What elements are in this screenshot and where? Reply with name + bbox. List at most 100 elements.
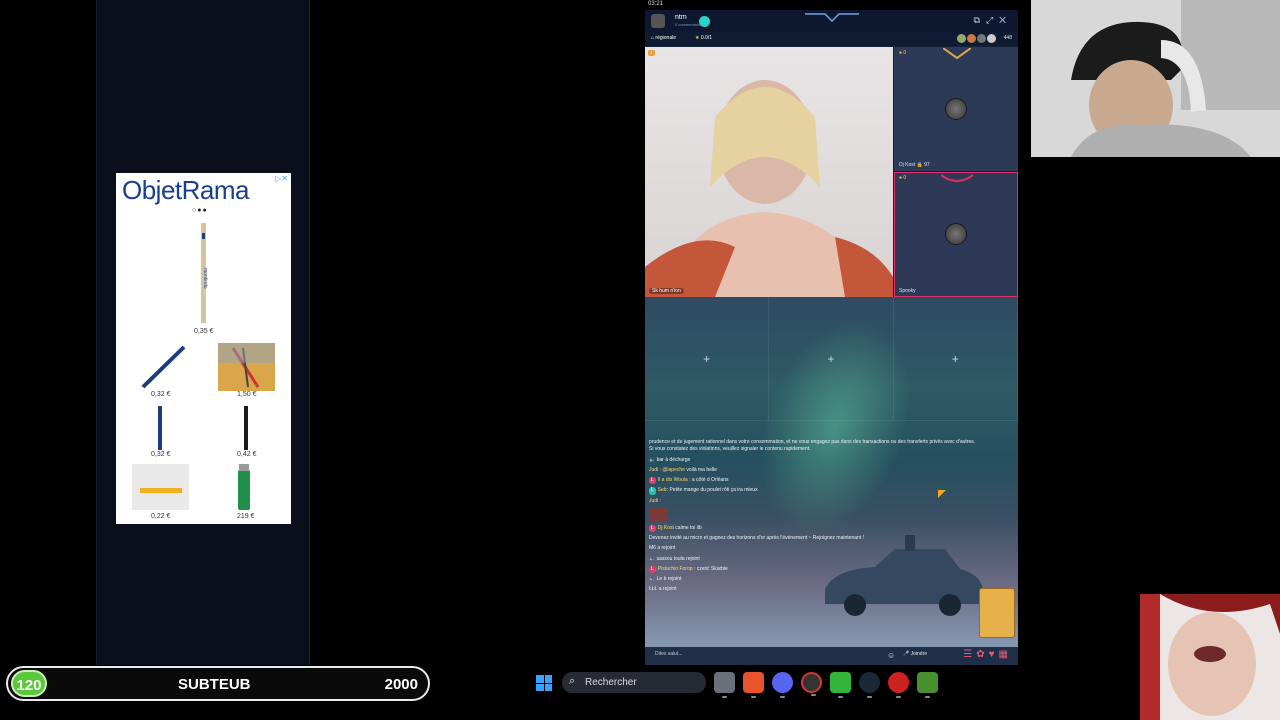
- file-explorer-icon[interactable]: [714, 672, 735, 698]
- desktop: 03:21 ObjetRama ▷✕ ○●● montindo 0,35 € 0…: [0, 0, 1280, 720]
- price-label: 0,35 €: [194, 328, 214, 335]
- guest-name: Dj Kost 🔒 97: [899, 162, 930, 168]
- price-label: 1,50 €: [237, 391, 257, 398]
- stream-subtitle: 0 commentaire: [675, 22, 702, 27]
- chat-join-notice: 🔈 sassou louta rejoint: [649, 555, 700, 562]
- chat-join-notice: ŁŁŁ a rejoint: [649, 586, 677, 593]
- taskbar-search[interactable]: ⌕ Rechercher: [562, 672, 706, 693]
- app-green-icon[interactable]: [830, 672, 851, 698]
- pen-box-product-image: [132, 464, 189, 510]
- guest-avatar: [945, 223, 967, 245]
- window-controls[interactable]: ⧉⤢✕: [974, 15, 1012, 26]
- search-icon: ⌕: [569, 675, 576, 687]
- chat-message: L Il a dis Woula : a côté d Orléans: [649, 477, 729, 485]
- svg-text:montindo: montindo: [202, 268, 208, 289]
- join-button[interactable]: 🎤 Joindre: [903, 651, 927, 657]
- main-video-feed[interactable]: ♪ Sk hum n'ion: [645, 47, 893, 297]
- stream-title: ntm: [675, 14, 687, 21]
- chat-input[interactable]: Dites salut...: [655, 651, 683, 657]
- chat-message: Judi :: [649, 497, 661, 504]
- level-badge: L: [649, 565, 656, 573]
- heart-frame-icon: [941, 174, 973, 182]
- level-badge: L: [649, 477, 656, 485]
- discord-icon[interactable]: [772, 672, 793, 698]
- pen-product-image: [141, 345, 186, 389]
- ad-close-icon[interactable]: ▷✕: [275, 174, 288, 183]
- guest-tile[interactable]: ● 0 Dj Kost 🔒 97: [894, 47, 1018, 171]
- webcam-image: [1031, 0, 1280, 157]
- search-placeholder: Rechercher: [585, 677, 637, 688]
- empty-seat[interactable]: +: [893, 297, 1018, 421]
- follow-button[interactable]: [699, 16, 710, 27]
- chat-sticker: [649, 507, 979, 522]
- stream-title-bar: ntm 0 commentaire ⧉⤢✕: [645, 10, 1018, 32]
- chat-message: L Pistachio Forop : cześć Skarbie: [649, 565, 728, 573]
- gift-icons[interactable]: ☰✿♥▦: [963, 649, 1012, 660]
- price-label: 0,42 €: [237, 451, 257, 458]
- add-seat-icon: +: [827, 351, 835, 366]
- main-feed-badge: ♪: [648, 50, 655, 56]
- guest-seat-badge: ● 0: [899, 175, 907, 181]
- level-badge: L: [649, 487, 656, 495]
- guest-avatar: [945, 98, 967, 120]
- rating: ★ 0.0/1: [695, 35, 712, 41]
- host-avatar[interactable]: [651, 14, 665, 28]
- lighter-product-image: [238, 464, 250, 510]
- viewer-avatar: [957, 34, 966, 43]
- app-active-icon[interactable]: [917, 672, 938, 698]
- chat-message: L Dj Kost calme toi ilb: [649, 524, 702, 532]
- viewer-count: 448: [1003, 35, 1012, 41]
- add-seat-icon: +: [951, 351, 959, 366]
- pen-product-image: montindo: [201, 223, 208, 323]
- chat-background: + + + prudence et de jugement rationnel …: [645, 297, 1018, 665]
- price-label: 0,32 €: [151, 451, 171, 458]
- crown-icon: [943, 48, 971, 60]
- pen-product-image: [158, 406, 162, 450]
- empty-seats: + + +: [645, 297, 1018, 421]
- crown-ornament-icon: [805, 13, 859, 22]
- emoji-icon[interactable]: ☺: [887, 651, 895, 660]
- pen-product-image: [244, 406, 248, 450]
- price-label: 0,22 €: [151, 513, 171, 520]
- empty-seat[interactable]: +: [769, 297, 894, 421]
- pen-set-product-image: [218, 343, 275, 391]
- ad-banner[interactable]: ObjetRama ▷✕ ○●● montindo 0,35 € 0,32 € …: [116, 173, 291, 524]
- obs-icon[interactable]: [801, 672, 822, 696]
- ad-carousel-dots[interactable]: ○●●: [192, 207, 208, 214]
- room-info-bar: ⌂ régionale ★ 0.0/1 448: [645, 32, 1018, 46]
- webcam-overlay: [1031, 0, 1280, 157]
- empty-seat[interactable]: +: [645, 297, 770, 421]
- steam-icon[interactable]: [859, 672, 880, 698]
- guest-name: Spooky: [899, 288, 916, 294]
- chat-join-notice: 🔈 Le b rejoint: [649, 576, 682, 582]
- clock: 03:21: [648, 1, 664, 7]
- mouse-cursor: [938, 490, 946, 498]
- price-label: 0,32 €: [151, 391, 171, 398]
- start-windows-icon[interactable]: [536, 675, 552, 691]
- chat-message: Judi : @lapeche voilà ma belle: [649, 466, 717, 473]
- taskbar-apps: [714, 672, 938, 698]
- chat-feed: prudence et de jugement rationnel dans v…: [649, 439, 979, 597]
- viewer-avatars[interactable]: [957, 34, 996, 43]
- brave-browser-icon[interactable]: [743, 672, 764, 698]
- price-label: 219 €: [237, 513, 255, 520]
- main-feed-label: Sk hum n'ion: [649, 288, 684, 294]
- media-player-icon[interactable]: [888, 672, 909, 698]
- viewer-avatar: [987, 34, 996, 43]
- chat-input-bar: Dites salut... 🎤 Joindre ☰✿♥▦: [645, 647, 1018, 665]
- viewer-avatar: [967, 34, 976, 43]
- add-seat-icon: +: [703, 351, 711, 366]
- stream-window: ntm 0 commentaire ⧉⤢✕ ⌂ régionale ★ 0.0/…: [645, 10, 1018, 665]
- chat-message: 🔈 bar à décharge: [649, 456, 691, 463]
- chat-system-notice: prudence et de jugement rationnel dans v…: [649, 439, 976, 453]
- gift-event-banner[interactable]: [979, 588, 1015, 638]
- chat-message: L Seb: Petite mange du poulet rôti ça ira…: [649, 487, 758, 495]
- streamer-video-image: [645, 80, 893, 297]
- guest-tile-active[interactable]: ● 0 Spooky: [894, 172, 1018, 297]
- region-tag[interactable]: ⌂ régionale: [651, 35, 676, 41]
- guest-seat-badge: ● 0: [899, 50, 907, 56]
- taskbar: ⌕ Rechercher: [0, 665, 1280, 720]
- viewer-avatar: [977, 34, 986, 43]
- chat-join-notice: M6 a rejoint: [649, 545, 676, 552]
- chat-event-banner[interactable]: Devenez invité au micro et gagnez des ho…: [649, 535, 979, 542]
